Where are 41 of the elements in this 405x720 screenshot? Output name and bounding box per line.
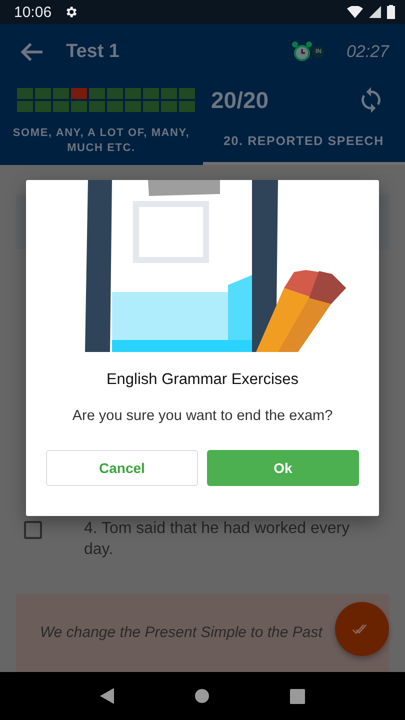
progress-cell[interactable] — [125, 88, 141, 99]
tab[interactable]: 20. REPORTED SPEECH — [202, 120, 405, 165]
alarm-clock-icon[interactable] — [290, 40, 314, 64]
test-title: Test 1 — [66, 41, 120, 63]
progress-cell[interactable] — [35, 88, 51, 99]
progress-cell[interactable] — [71, 101, 87, 112]
dialog-title: English Grammar Exercises — [106, 371, 299, 389]
confirm-button[interactable]: Ok — [207, 450, 359, 486]
progress-cell[interactable] — [143, 101, 159, 112]
progress-cell[interactable] — [161, 101, 177, 112]
recents-icon[interactable] — [290, 688, 305, 704]
tab[interactable]: SOME, ANY, A LOT OF, MANY, MUCH ETC. — [0, 120, 202, 165]
status-time: 10:06 — [14, 4, 52, 20]
progress-cell[interactable] — [179, 101, 195, 112]
progress-cell[interactable] — [71, 88, 87, 99]
progress-cell[interactable] — [125, 101, 141, 112]
time-remaining: 02:27 — [346, 42, 389, 62]
progress-cell[interactable] — [17, 88, 33, 99]
wifi-icon — [347, 6, 363, 18]
settings-icon — [64, 5, 78, 19]
progress-cell[interactable] — [143, 88, 159, 99]
progress-cell[interactable] — [53, 88, 69, 99]
home-icon[interactable] — [194, 688, 210, 704]
progress-cell[interactable] — [17, 101, 33, 112]
answer-option[interactable]: 4. Tom said that he had worked every day. — [84, 518, 379, 560]
progress-cell[interactable] — [179, 88, 195, 99]
battery-icon — [387, 5, 395, 19]
signal-icon — [369, 6, 381, 18]
progress-cell[interactable] — [89, 88, 105, 99]
progress-cell[interactable] — [53, 101, 69, 112]
cancel-button[interactable]: Cancel — [46, 450, 198, 486]
progress-cell[interactable] — [89, 101, 105, 112]
back-icon[interactable] — [100, 688, 114, 704]
progress-cell[interactable] — [107, 88, 123, 99]
dialog-message: Are you sure you want to end the exam? — [72, 408, 333, 424]
score: 20/20 — [211, 86, 269, 114]
progress-cell[interactable] — [161, 88, 177, 99]
checkbox[interactable] — [24, 521, 42, 539]
progress-cell[interactable] — [107, 101, 123, 112]
hint-text: We change the Present Simple to the Past — [40, 624, 322, 641]
progress-cell[interactable] — [35, 101, 51, 112]
